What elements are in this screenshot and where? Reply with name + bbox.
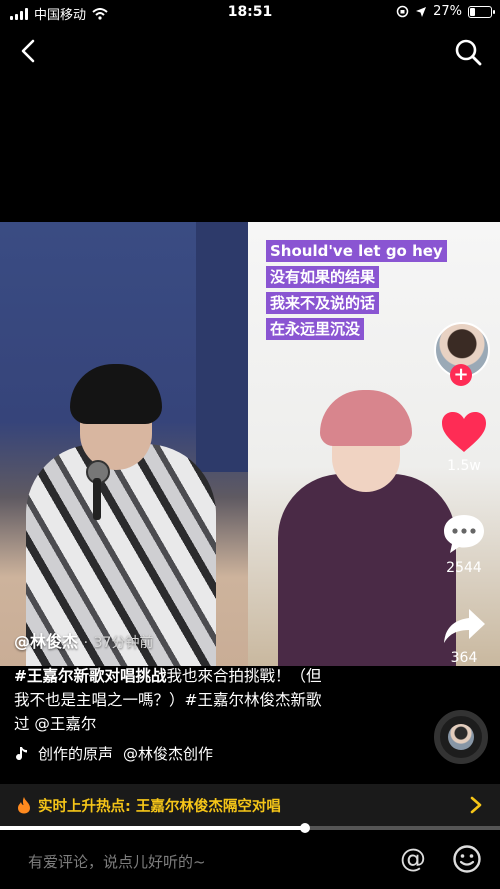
hot-topic-text: 实时上升热点: 王嘉尔林俊杰隔空对唱 — [38, 798, 281, 815]
caption-text: 我不也是主唱之一嗎？）#王嘉尔林俊杰新歌 — [14, 691, 322, 709]
battery-icon — [468, 5, 495, 18]
battery-percent: 27% — [433, 4, 462, 19]
lyric-line: Should've let go hey — [266, 240, 447, 262]
lyric-line: 在永远里沉没 — [266, 318, 365, 340]
video-left-panel — [0, 222, 248, 666]
comment-input[interactable] — [26, 848, 370, 876]
caption-text: 我也來合拍挑戰！（但 — [166, 667, 322, 685]
emoji-button[interactable] — [452, 844, 482, 874]
status-bar: 中国移动 18:51 27% — [0, 0, 500, 26]
author-avatar-group: + — [434, 322, 490, 394]
post-time: 37分钟前 — [93, 635, 154, 651]
lyric-line: 我来不及说的话 — [266, 292, 380, 314]
comment-button[interactable]: 2544 — [436, 512, 492, 576]
music-author: @林俊杰创作 — [123, 745, 214, 763]
comment-icon — [444, 515, 484, 553]
status-right: 27% — [396, 4, 495, 19]
music-line[interactable]: 创作的原声 @林俊杰创作 — [14, 743, 424, 764]
playback-progress-handle[interactable] — [300, 823, 310, 833]
follow-button[interactable]: + — [450, 364, 472, 386]
mention-button[interactable]: @ — [398, 844, 428, 874]
music-disc[interactable] — [434, 710, 488, 764]
hashtag-link[interactable]: #王嘉尔新歌对唱挑战 — [14, 667, 167, 685]
post-caption: #王嘉尔新歌对唱挑战我也來合拍挑戰！（但 我不也是主唱之一嗎？）#王嘉尔林俊杰新… — [14, 664, 424, 736]
search-button[interactable] — [454, 38, 482, 66]
share-button[interactable]: 364 — [436, 606, 492, 666]
music-note-icon — [16, 746, 27, 760]
like-count: 1.5w — [447, 458, 481, 474]
orientation-lock-icon — [396, 5, 409, 18]
like-button[interactable]: 1.5w — [436, 410, 492, 474]
author-separator: · — [83, 635, 89, 651]
flame-icon — [18, 797, 30, 814]
chevron-right-icon — [470, 796, 482, 814]
author-name[interactable]: @林俊杰 — [14, 632, 78, 651]
heart-icon — [442, 412, 486, 452]
back-button[interactable] — [16, 38, 42, 64]
lyric-line: 没有如果的结果 — [266, 266, 380, 288]
location-icon — [416, 6, 427, 17]
hot-topic-bar[interactable]: 实时上升热点: 王嘉尔林俊杰隔空对唱 — [0, 784, 500, 826]
playback-progress-fill — [0, 826, 305, 830]
share-count: 364 — [450, 650, 478, 666]
share-arrow-icon — [444, 609, 485, 643]
music-disc-cover — [448, 724, 474, 750]
music-label: 创作的原声 — [38, 745, 114, 763]
author-line: @林俊杰 · 37分钟前 — [14, 628, 424, 652]
comment-bar: @ — [0, 834, 500, 889]
caption-text: 过 @王嘉尔 — [14, 715, 97, 733]
playback-progress-bar[interactable] — [0, 823, 500, 833]
comment-count: 2544 — [446, 560, 482, 576]
